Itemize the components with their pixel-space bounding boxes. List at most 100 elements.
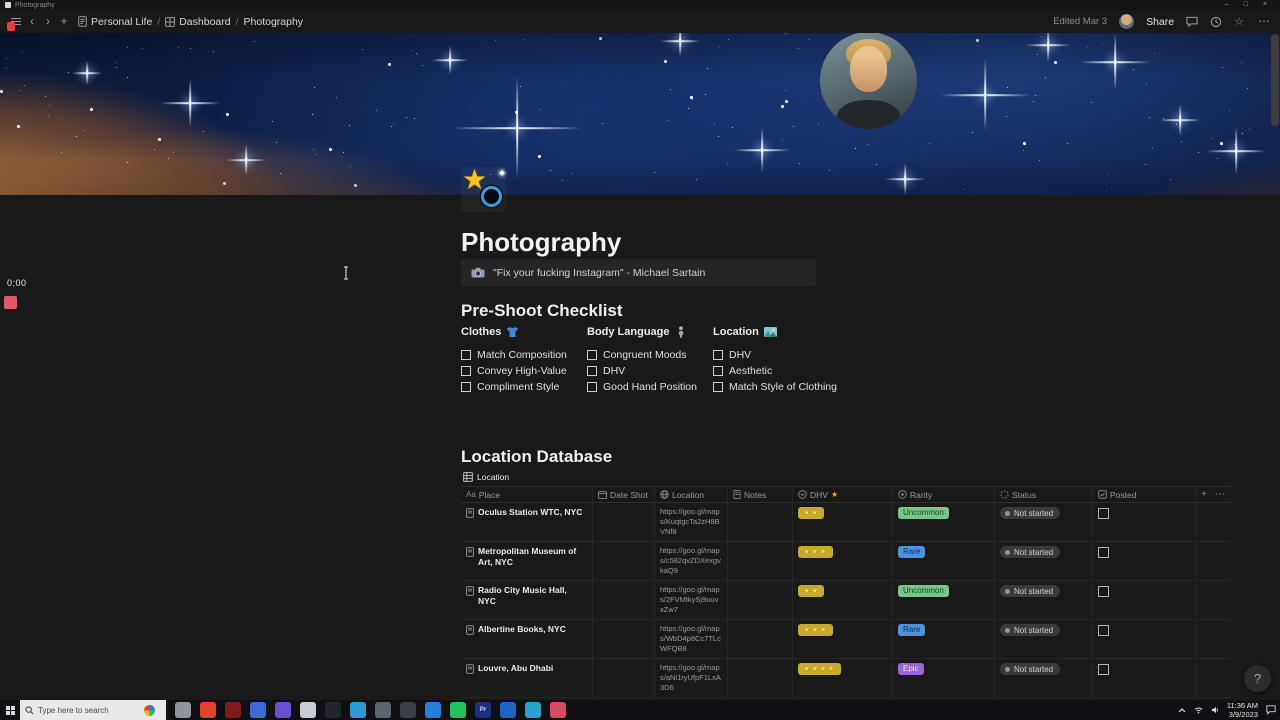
todo-checkbox[interactable] <box>587 366 597 376</box>
cell-status[interactable]: Not started <box>995 659 1093 697</box>
cell-posted[interactable] <box>1093 503 1196 541</box>
header-location[interactable]: Location <box>655 487 728 502</box>
dhv-stars-badge[interactable]: ★★★ <box>798 624 833 636</box>
todo-checkbox[interactable] <box>461 350 471 360</box>
cell-posted[interactable] <box>1093 659 1196 697</box>
wifi-icon[interactable] <box>1194 706 1203 714</box>
cell-dhv[interactable]: ★★★ <box>793 542 893 580</box>
status-badge[interactable]: Not started <box>1000 624 1061 636</box>
taskbar-app-icon[interactable] <box>250 702 266 718</box>
cell-posted[interactable] <box>1093 581 1196 619</box>
dhv-stars-badge[interactable]: ★★★ <box>798 546 833 558</box>
rarity-badge[interactable]: Uncommon <box>898 585 949 597</box>
breadcrumb-item[interactable]: Personal Life <box>78 16 152 28</box>
todo-checkbox[interactable] <box>713 366 723 376</box>
taskbar-app-icon[interactable] <box>525 702 541 718</box>
search-input[interactable] <box>38 705 140 715</box>
more-options-icon[interactable]: ⋯ <box>1256 10 1272 33</box>
history-clock-icon[interactable] <box>1210 16 1222 28</box>
taskbar-app-icon[interactable] <box>400 702 416 718</box>
status-badge[interactable]: Not started <box>1000 546 1061 558</box>
location-link[interactable]: https://goo.gl/maps/aNi1ryUfpF1LxA3D6 <box>660 663 722 693</box>
todo-item[interactable]: DHV <box>713 347 863 363</box>
taskbar-app-icon[interactable] <box>300 702 316 718</box>
posted-checkbox[interactable] <box>1098 625 1109 636</box>
dhv-stars-badge[interactable]: ★★★★ <box>798 663 841 675</box>
view-tab-location[interactable]: Location <box>461 472 513 484</box>
header-date-shot[interactable]: Date Shot <box>593 487 655 502</box>
taskbar-app-icon[interactable] <box>375 702 391 718</box>
taskbar-clock[interactable]: 11:36 AM 3/9/2023 <box>1227 701 1258 719</box>
cell-location[interactable]: https://goo.gl/maps/c582qvZDXexgvkaQ9 <box>655 542 728 580</box>
todo-item[interactable]: Good Hand Position <box>587 379 713 395</box>
cell-status[interactable]: Not started <box>995 503 1093 541</box>
cell-place[interactable]: Metropolitan Museum of Art, NYC <box>461 542 593 580</box>
recording-indicator[interactable] <box>4 296 17 309</box>
posted-checkbox[interactable] <box>1098 508 1109 519</box>
todo-item[interactable]: Convey High-Value <box>461 363 587 379</box>
cell-rarity[interactable]: Epic <box>893 659 995 697</box>
cell-dhv[interactable]: ★★ <box>793 581 893 619</box>
cell-notes[interactable] <box>728 659 793 697</box>
cell-dhv[interactable]: ★★★★ <box>793 659 893 697</box>
sidebar-toggle-icon[interactable] <box>7 10 24 33</box>
cell-posted[interactable] <box>1093 542 1196 580</box>
cell-date[interactable] <box>593 581 655 619</box>
cell-rarity[interactable]: Rare <box>893 620 995 658</box>
rarity-badge[interactable]: Uncommon <box>898 507 949 519</box>
cell-location[interactable]: https://goo.gl/maps/WbD4p8Cc7TLcWFQB8 <box>655 620 728 658</box>
todo-item[interactable]: Match Style of Clothing <box>713 379 863 395</box>
help-button[interactable]: ? <box>1244 665 1271 692</box>
posted-checkbox[interactable] <box>1098 586 1109 597</box>
comments-icon[interactable] <box>1186 16 1198 28</box>
table-options-icon[interactable]: ⋯ <box>1215 489 1225 500</box>
header-dhv[interactable]: DHV ★ <box>793 487 893 502</box>
todo-item[interactable]: Compliment Style <box>461 379 587 395</box>
location-link[interactable]: https://goo.gl/maps/c582qvZDXexgvkaQ9 <box>660 546 722 576</box>
start-button[interactable] <box>0 700 20 720</box>
todo-item[interactable]: Match Composition <box>461 347 587 363</box>
cell-place[interactable]: Albertine Books, NYC <box>461 620 593 658</box>
header-notes[interactable]: Notes <box>728 487 793 502</box>
rarity-badge[interactable]: Epic <box>898 663 924 675</box>
cell-notes[interactable] <box>728 503 793 541</box>
new-page-icon[interactable]: + <box>56 10 72 33</box>
taskbar-app-icon[interactable]: Pr <box>475 702 491 718</box>
breadcrumb-item-current[interactable]: Photography <box>244 16 304 28</box>
cell-rarity[interactable]: Uncommon <box>893 503 995 541</box>
quote-callout[interactable]: "Fix your fucking Instagram" - Michael S… <box>461 259 816 286</box>
cell-status[interactable]: Not started <box>995 581 1093 619</box>
todo-checkbox[interactable] <box>713 350 723 360</box>
chevron-up-icon[interactable] <box>1178 707 1186 714</box>
user-avatar[interactable] <box>1119 14 1135 29</box>
status-badge[interactable]: Not started <box>1000 507 1061 519</box>
taskbar-app-icon[interactable] <box>500 702 516 718</box>
dhv-stars-badge[interactable]: ★★ <box>798 585 825 597</box>
header-status[interactable]: Status <box>995 487 1093 502</box>
cell-location[interactable]: https://goo.gl/maps/KuqtgcTa2zH8BVNf8 <box>655 503 728 541</box>
todo-item[interactable]: Congruent Moods <box>587 347 713 363</box>
taskbar-app-icon[interactable] <box>450 702 466 718</box>
cell-status[interactable]: Not started <box>995 620 1093 658</box>
header-place[interactable]: Aa Place <box>461 487 593 502</box>
taskbar-app-icon[interactable] <box>225 702 241 718</box>
taskbar-app-icon[interactable] <box>350 702 366 718</box>
cell-date[interactable] <box>593 503 655 541</box>
cell-notes[interactable] <box>728 581 793 619</box>
back-icon[interactable]: ‹ <box>24 10 40 33</box>
cell-status[interactable]: Not started <box>995 542 1093 580</box>
cell-rarity[interactable]: Rare <box>893 542 995 580</box>
taskbar-app-icon[interactable] <box>550 702 566 718</box>
cell-rarity[interactable]: Uncommon <box>893 581 995 619</box>
add-column-button[interactable]: + <box>1201 489 1207 500</box>
dhv-stars-badge[interactable]: ★★ <box>798 507 825 519</box>
notification-center-icon[interactable] <box>1266 705 1276 715</box>
todo-checkbox[interactable] <box>587 350 597 360</box>
rarity-badge[interactable]: Rare <box>898 546 926 558</box>
cell-place[interactable]: Oculus Station WTC, NYC <box>461 503 593 541</box>
todo-checkbox[interactable] <box>587 382 597 392</box>
minimize-button[interactable]: – <box>1225 0 1229 10</box>
forward-icon[interactable]: › <box>40 10 56 33</box>
taskbar-app-icon[interactable] <box>200 702 216 718</box>
status-badge[interactable]: Not started <box>1000 663 1061 675</box>
